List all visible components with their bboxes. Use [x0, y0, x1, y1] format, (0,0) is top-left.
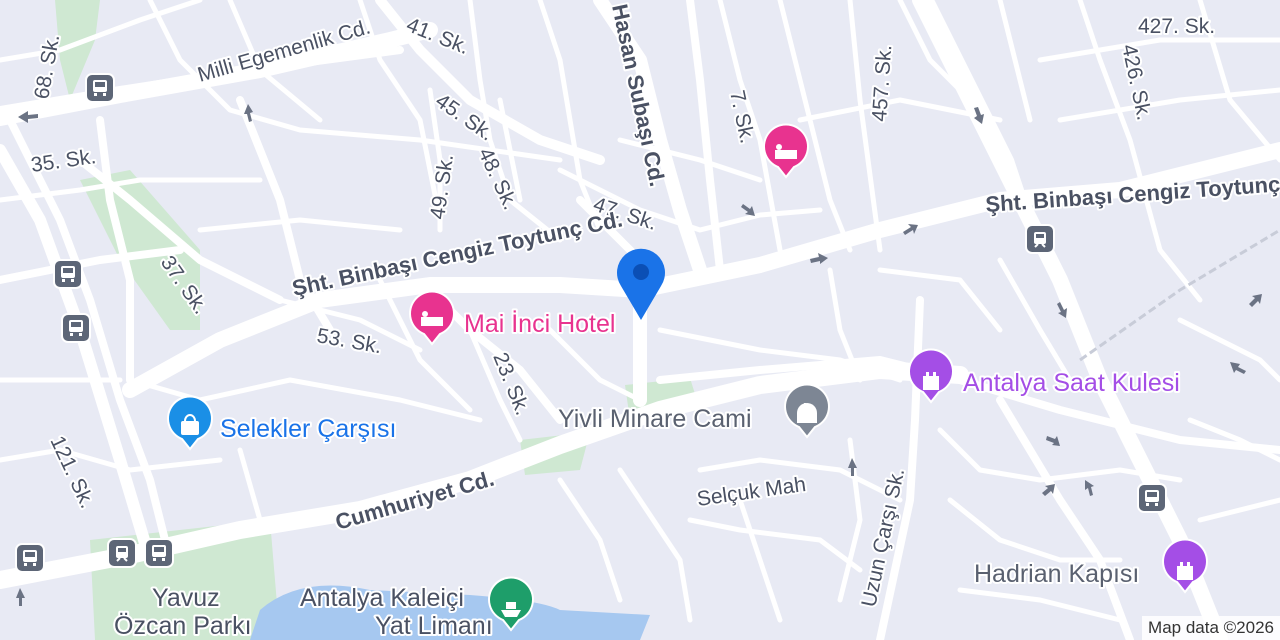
poi-selekler-carsisi[interactable]: Selekler Çarşısı	[167, 395, 398, 451]
map-svg[interactable]: Milli Egemenlik Cd. 41. Sk. 68. Sk. Hasa…	[0, 0, 1280, 640]
shopping-bag-icon	[181, 421, 199, 435]
bus-stop-icon[interactable]	[144, 538, 174, 568]
poi-label-yavuz-line1[interactable]: Yavuz	[150, 582, 222, 614]
location-pin-icon[interactable]	[617, 248, 665, 320]
bus-stop-icon[interactable]	[1137, 483, 1167, 513]
area-label-selcuk-mah: Selçuk Mah	[695, 473, 807, 511]
street-label-457: 457. Sk.	[868, 44, 896, 122]
poi-label-yavuz-line2[interactable]: Özcan Parkı	[112, 610, 254, 640]
street-label-121: 121. Sk.	[45, 432, 98, 512]
bus-stop-icon[interactable]	[15, 543, 45, 573]
poi-saat-kulesi[interactable]: Antalya Saat Kulesi	[908, 348, 1182, 404]
map-canvas[interactable]: Milli Egemenlik Cd. 41. Sk. 68. Sk. Hasa…	[0, 0, 1280, 640]
bus-stop-icon[interactable]	[61, 313, 91, 343]
dome-icon	[797, 403, 817, 423]
poi-label-hadrian[interactable]: Hadrian Kapısı	[972, 558, 1141, 590]
street-label-427: 427. Sk.	[1138, 15, 1215, 38]
map-attribution[interactable]: Map data ©2026	[1142, 616, 1280, 640]
poi-label-kaleici-line2[interactable]: Yat Limanı	[373, 610, 495, 640]
street-label-sht-right: Şht. Binbaşı Cengiz Toytunç	[985, 171, 1280, 217]
poi-label-mai-inci[interactable]: Mai İnci Hotel	[462, 307, 617, 340]
location-pin-dot	[633, 264, 649, 280]
poi-label-kaleici-line1[interactable]: Antalya Kaleiçi	[298, 582, 466, 614]
bus-stop-icon[interactable]	[85, 73, 115, 103]
street-label-68: 68. Sk.	[30, 32, 64, 100]
poi-mai-inci-hotel[interactable]: Mai İnci Hotel	[409, 290, 617, 346]
poi-label-selekler[interactable]: Selekler Çarşısı	[218, 413, 398, 445]
street-label-7: 7. Sk.	[725, 88, 759, 145]
bus-stop-icon[interactable]	[53, 259, 83, 289]
street-label-hasan-subasi: Hasan Subaşı Cd.	[607, 2, 670, 189]
tram-stop-icon[interactable]	[1025, 224, 1055, 254]
poi-label-yivli[interactable]: Yivli Minare Cami	[556, 403, 754, 435]
street-label-35: 35. Sk.	[29, 145, 97, 177]
street-label-41: 41. Sk.	[403, 13, 472, 59]
bed-icon	[421, 317, 443, 326]
bed-icon	[775, 150, 797, 159]
tram-stop-icon[interactable]	[107, 538, 137, 568]
tram-line	[1079, 228, 1280, 362]
street-label-cumhuriyet: Cumhuriyet Cd.	[332, 466, 496, 535]
location-pin[interactable]	[617, 248, 665, 320]
poi-hotel-unnamed[interactable]	[763, 123, 809, 179]
poi-label-saat-kulesi[interactable]: Antalya Saat Kulesi	[961, 367, 1182, 399]
